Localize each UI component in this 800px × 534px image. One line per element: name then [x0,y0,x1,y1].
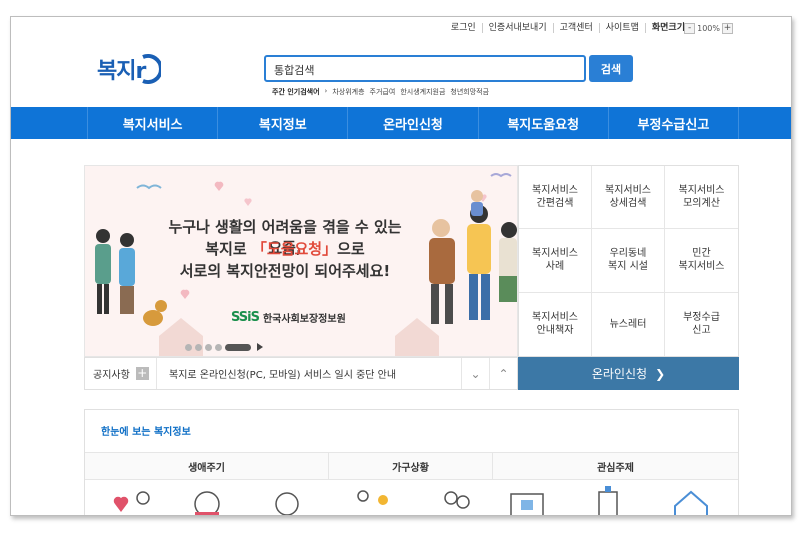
search-button[interactable]: 검색 [589,55,633,82]
notice-label: 공지사항 [93,370,130,381]
customer-center-link[interactable]: 고객센터 [554,23,600,33]
tab-household[interactable]: 가구상황 [329,453,493,479]
category-icons [85,482,738,515]
tab-life-cycle[interactable]: 생애주기 [85,453,329,479]
online-apply-button[interactable]: 온라인신청 ❯ [518,357,739,390]
org-name: 한국사회보장정보원 [262,314,346,325]
popular-keywords-label: 주간 인기검색어 [272,88,320,96]
popular-keyword[interactable]: 한시생계지원금 [400,87,445,97]
tab-topics[interactable]: 관심주제 [493,453,738,479]
org-logo: SSiS 한국사회보장정보원 [231,310,346,325]
nav-item-welfare-services[interactable]: 복지서비스 [87,107,217,139]
zoom-out-button[interactable]: - [684,23,696,34]
quick-detail-search[interactable]: 복지서비스 상세검색 [592,166,665,230]
quick-fraud-report[interactable]: 부정수급 신고 [665,293,738,356]
quick-menu-grid: 복지서비스 간편검색 복지서비스 상세검색 복지서비스 모의계산 복지서비스 사… [518,165,739,357]
nav-item-online-apply[interactable]: 온라인신청 [347,107,477,139]
browser-frame: 로그인 인증서내보내기 고객센터 사이트맵 화면크기 - 100% + 복지r … [10,16,792,516]
quick-private-services[interactable]: 민간 복지서비스 [665,229,738,293]
quick-guidebook[interactable]: 복지서비스 안내책자 [519,292,592,356]
banner-pager [185,343,263,351]
notice-text[interactable]: 복지로 온라인신청(PC, 모바일) 서비스 일시 중단 안내 [157,366,461,381]
online-apply-label: 온라인신청 [591,367,648,381]
search-input[interactable]: 통합검색 [264,55,586,82]
popular-keywords: 주간 인기검색어 › 차상위계층 주거급여 한시생계지원금 청년희망적금 [272,87,489,97]
chevron-down-icon[interactable]: ⌄ [461,358,489,389]
sitemap-link[interactable]: 사이트맵 [600,23,646,33]
quick-newsletter[interactable]: 뉴스레터 [592,292,665,356]
zoom-control: - 100% + [682,23,735,34]
notice-more-button[interactable]: + [135,367,149,380]
main-banner[interactable]: 누구나 생활의 어려움을 겪을 수 있는 요즘, 복지로 「도움요청」으로 서로… [84,165,518,357]
zoom-in-button[interactable]: + [722,23,733,34]
logo-swoosh-icon [142,54,162,84]
category-icons-art [113,486,708,515]
chevron-right-icon: ❯ [655,366,666,381]
pager-dot[interactable] [215,343,222,351]
nav-item-fraud-report[interactable]: 부정수급신고 [607,107,740,139]
utility-bar: 로그인 인증서내보내기 고객센터 사이트맵 화면크기 [445,23,691,33]
pager-dot[interactable] [195,343,202,351]
popular-keyword[interactable]: 차상위계층 [332,87,364,97]
popular-keyword[interactable]: 주거급여 [370,87,396,97]
section-title: 한눈에 보는 복지정보 [101,427,191,438]
quick-local-facilities[interactable]: 우리동네 복지 시설 [592,229,665,293]
quick-cases[interactable]: 복지서비스 사례 [519,229,592,293]
popular-separator: › [324,87,328,95]
pager-dot[interactable] [205,343,212,351]
welfare-info-section: 한눈에 보는 복지정보 생애주기 가구상황 관심주제 [84,409,739,515]
chevron-up-icon[interactable]: ⌃ [489,358,517,389]
popular-keyword[interactable]: 청년희망적금 [450,87,489,97]
zoom-value: 100% [697,24,720,33]
banner-highlight: 「도움요청」 [251,240,338,258]
login-link[interactable]: 로그인 [445,23,483,33]
ssis-mark: SSiS [231,310,260,325]
play-icon[interactable] [257,343,263,351]
cert-export-link[interactable]: 인증서내보내기 [483,23,554,33]
notice-label-group: 공지사항 + [85,358,157,389]
category-headers: 생애주기 가구상황 관심주제 [85,452,738,480]
main-nav: 복지서비스 복지정보 온라인신청 복지도움요청 부정수급신고 [11,107,791,139]
banner-line-2: 복지로 「도움요청」으로 [165,238,405,259]
pager-dot[interactable] [185,343,192,351]
banner-line-2-prefix: 복지로 [205,240,252,258]
nav-item-help-request[interactable]: 복지도움요청 [477,107,608,139]
pager-dot-active[interactable] [225,343,251,351]
nav-item-welfare-info[interactable]: 복지정보 [217,107,347,139]
site-logo[interactable]: 복지r [97,53,162,85]
banner-line-3: 서로의 복지안전망이 되어주세요! [179,262,391,280]
logo-text: 복지r [97,59,146,84]
notice-bar: 공지사항 + 복지로 온라인신청(PC, 모바일) 서비스 일시 중단 안내 ⌄… [84,357,518,390]
banner-line-2-suffix: 으로 [337,240,365,258]
quick-simple-search[interactable]: 복지서비스 간편검색 [519,166,592,230]
quick-mock-calc[interactable]: 복지서비스 모의계산 [665,166,738,230]
